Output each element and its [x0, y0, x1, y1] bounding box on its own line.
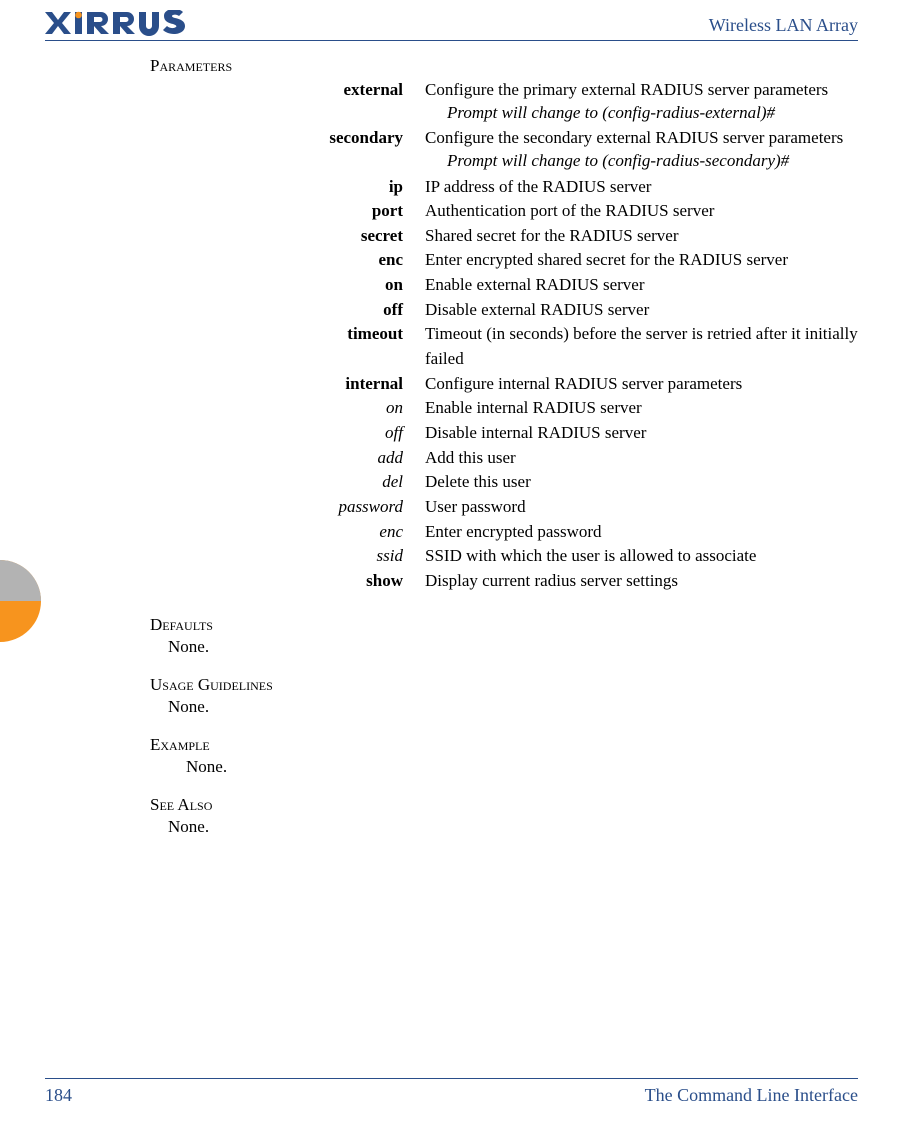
- parameter-description: Display current radius server settings: [425, 569, 858, 594]
- parameter-description: User password: [425, 495, 858, 520]
- parameter-row: externalConfigure the primary external R…: [150, 78, 858, 103]
- parameter-term: external: [150, 78, 425, 103]
- xirrus-logo-icon: [45, 10, 215, 36]
- usage-guidelines-body: None.: [150, 697, 858, 717]
- parameter-description: Disable internal RADIUS server: [425, 421, 858, 446]
- parameter-description: SSID with which the user is allowed to a…: [425, 544, 858, 569]
- header-title: Wireless LAN Array: [709, 15, 858, 36]
- parameter-description: Enable external RADIUS server: [425, 273, 858, 298]
- parameter-term: on: [150, 273, 425, 298]
- brand-logo: [45, 10, 215, 36]
- page-number: 184: [45, 1085, 72, 1106]
- parameter-term: enc: [150, 248, 425, 273]
- parameter-prompt-note: Prompt will change to (config-radius-sec…: [447, 149, 858, 174]
- parameter-row: onEnable external RADIUS server: [150, 273, 858, 298]
- parameter-row: ipIP address of the RADIUS server: [150, 175, 858, 200]
- parameter-description: Disable external RADIUS server: [425, 298, 858, 323]
- parameter-row: onEnable internal RADIUS server: [150, 396, 858, 421]
- parameter-term: password: [150, 495, 425, 520]
- page-footer: 184 The Command Line Interface: [45, 1078, 858, 1106]
- parameter-term: off: [150, 421, 425, 446]
- page-tab-decoration: [0, 560, 44, 642]
- example-heading: Example: [150, 735, 858, 755]
- parameter-description: Add this user: [425, 446, 858, 471]
- parameter-term: on: [150, 396, 425, 421]
- parameter-description: IP address of the RADIUS server: [425, 175, 858, 200]
- parameter-term: show: [150, 569, 425, 594]
- parameter-term: secret: [150, 224, 425, 249]
- parameter-description: Configure internal RADIUS server paramet…: [425, 372, 858, 397]
- parameter-row: passwordUser password: [150, 495, 858, 520]
- parameter-description: Shared secret for the RADIUS server: [425, 224, 858, 249]
- see-also-body: None.: [150, 817, 858, 837]
- example-body: None.: [150, 757, 858, 777]
- parameter-description: Enter encrypted password: [425, 520, 858, 545]
- defaults-body: None.: [150, 637, 858, 657]
- parameter-description: Enter encrypted shared secret for the RA…: [425, 248, 858, 273]
- parameter-description: Authentication port of the RADIUS server: [425, 199, 858, 224]
- page-header: Wireless LAN Array: [45, 10, 858, 41]
- parameter-row: internalConfigure internal RADIUS server…: [150, 372, 858, 397]
- parameter-row: encEnter encrypted shared secret for the…: [150, 248, 858, 273]
- parameter-prompt-note: Prompt will change to (config-radius-ext…: [447, 101, 858, 126]
- parameter-term: add: [150, 446, 425, 471]
- parameter-description: Enable internal RADIUS server: [425, 396, 858, 421]
- parameter-description: Configure the secondary external RADIUS …: [425, 126, 858, 151]
- parameter-term: ssid: [150, 544, 425, 569]
- parameter-row: secondaryConfigure the secondary externa…: [150, 126, 858, 151]
- parameter-row: delDelete this user: [150, 470, 858, 495]
- parameter-description: Delete this user: [425, 470, 858, 495]
- parameter-row: secretShared secret for the RADIUS serve…: [150, 224, 858, 249]
- parameter-description: Configure the primary external RADIUS se…: [425, 78, 858, 103]
- parameter-row: addAdd this user: [150, 446, 858, 471]
- page-container: Wireless LAN Array Parameters externalCo…: [0, 0, 903, 1134]
- defaults-heading: Defaults: [150, 615, 858, 635]
- parameters-heading: Parameters: [150, 56, 858, 76]
- parameter-term: del: [150, 470, 425, 495]
- content-area: Parameters externalConfigure the primary…: [45, 56, 858, 837]
- parameter-row: portAuthentication port of the RADIUS se…: [150, 199, 858, 224]
- parameter-row: offDisable internal RADIUS server: [150, 421, 858, 446]
- parameter-term: secondary: [150, 126, 425, 151]
- parameter-term: timeout: [150, 322, 425, 347]
- parameter-row: timeoutTimeout (in seconds) before the s…: [150, 322, 858, 371]
- parameter-row: ssidSSID with which the user is allowed …: [150, 544, 858, 569]
- parameter-row: encEnter encrypted password: [150, 520, 858, 545]
- see-also-heading: See Also: [150, 795, 858, 815]
- parameter-row: offDisable external RADIUS server: [150, 298, 858, 323]
- usage-guidelines-heading: Usage Guidelines: [150, 675, 858, 695]
- parameter-row: showDisplay current radius server settin…: [150, 569, 858, 594]
- footer-section-title: The Command Line Interface: [645, 1085, 858, 1106]
- parameter-description: Timeout (in seconds) before the server i…: [425, 322, 858, 371]
- parameter-term: ip: [150, 175, 425, 200]
- parameter-term: port: [150, 199, 425, 224]
- parameter-term: off: [150, 298, 425, 323]
- parameters-list: externalConfigure the primary external R…: [150, 78, 858, 593]
- parameter-term: enc: [150, 520, 425, 545]
- parameter-term: internal: [150, 372, 425, 397]
